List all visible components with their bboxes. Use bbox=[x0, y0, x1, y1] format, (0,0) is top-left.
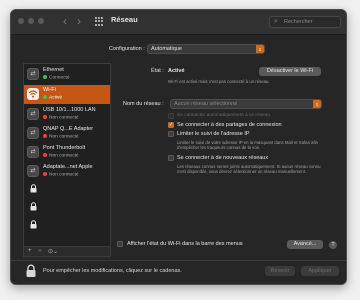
sidebar-item-usb-lan[interactable]: ⇄ USB 10/1...1000 LAN Non connecté bbox=[24, 105, 110, 124]
minimize-window-button[interactable] bbox=[28, 18, 34, 24]
service-name: Wi-Fi bbox=[43, 87, 56, 93]
personal-hotspot-label: Se connecter à des partages de connexion bbox=[177, 122, 282, 128]
sidebar-item-thunderbolt-bridge[interactable]: ⇄ Pont Thunderbolt Non connecté bbox=[24, 143, 110, 162]
status-dot-icon bbox=[43, 95, 47, 99]
sidebar-locked-item[interactable] bbox=[24, 217, 110, 232]
add-service-button[interactable]: + bbox=[28, 248, 32, 254]
status-dot-icon bbox=[43, 134, 47, 138]
service-status: Connecté bbox=[43, 75, 70, 81]
service-status: Non connecté bbox=[43, 153, 79, 159]
auto-join-label: Se connecter automatiquement à ce réseau bbox=[177, 113, 271, 118]
remove-service-button[interactable]: − bbox=[38, 248, 42, 254]
service-name: Pont Thunderbolt bbox=[43, 145, 86, 151]
state-label: État : bbox=[151, 68, 164, 74]
limit-ip-tracking-label: Limiter le suivi de l'adresse IP bbox=[177, 131, 250, 137]
state-value: Activé bbox=[168, 68, 185, 74]
status-dot-icon bbox=[43, 115, 47, 119]
help-button[interactable]: ? bbox=[329, 241, 337, 249]
personal-hotspot-checkbox[interactable]: ✓ bbox=[168, 122, 174, 128]
apply-button[interactable]: Appliquer bbox=[301, 266, 339, 276]
auto-join-checkbox[interactable] bbox=[168, 113, 174, 119]
advanced-button[interactable]: Avancé... bbox=[287, 240, 323, 249]
search-icon: ⌕ bbox=[274, 18, 278, 25]
lock-icon[interactable] bbox=[25, 264, 37, 278]
sidebar-item-wifi[interactable]: Wi-Fi Activé bbox=[24, 85, 110, 104]
sidebar-item-apple-adapter[interactable]: ⇄ Adaptate...net Apple Non connecté bbox=[24, 162, 110, 181]
status-dot-icon bbox=[43, 172, 47, 176]
show-wifi-menu-checkbox[interactable] bbox=[117, 241, 123, 247]
limit-ip-tracking-description: Limiter le suivi de votre adresse IP en … bbox=[177, 140, 319, 151]
service-name: Adaptate...net Apple bbox=[43, 164, 93, 170]
service-status: Activé bbox=[43, 95, 62, 101]
service-name: QNAP Q...E Adapter bbox=[43, 126, 94, 132]
show-all-grid-icon[interactable] bbox=[95, 17, 104, 26]
zoom-window-button[interactable] bbox=[38, 18, 44, 24]
ethernet-icon: ⇄ bbox=[27, 146, 39, 158]
service-name: USB 10/1...1000 LAN bbox=[43, 107, 96, 113]
ethernet-icon: ⇄ bbox=[27, 108, 39, 120]
network-name-label: Nom du réseau : bbox=[123, 101, 164, 107]
lock-message: Pour empêcher les modifications, cliquez… bbox=[43, 268, 182, 274]
wifi-icon bbox=[27, 88, 39, 100]
sidebar-toolbar: + − ⊙⌄ bbox=[23, 247, 111, 257]
ethernet-icon: ⇄ bbox=[27, 127, 39, 139]
revert-button[interactable]: Revenir bbox=[265, 266, 295, 276]
service-status: Non connecté bbox=[43, 115, 79, 121]
back-icon[interactable]: ‹ bbox=[63, 13, 67, 29]
network-preferences-window: ‹ › Réseau ⌕ Rechercher Configuration : … bbox=[10, 9, 347, 285]
sidebar-item-qnap-adapter[interactable]: ⇄ QNAP Q...E Adapter Non connecté bbox=[24, 124, 110, 143]
state-description: Wi-Fi est activé mais n'est pas connecté… bbox=[168, 79, 270, 84]
configuration-label: Configuration : bbox=[109, 46, 145, 52]
ethernet-icon: ⇄ bbox=[27, 68, 39, 80]
limit-ip-tracking-checkbox[interactable] bbox=[168, 131, 174, 137]
configuration-select[interactable]: Automatique ⇕ bbox=[147, 44, 265, 54]
ask-join-networks-description: Les réseaux connus seront joints automat… bbox=[177, 164, 321, 175]
show-wifi-menu-label: Afficher l'état du Wi-Fi dans la barre d… bbox=[127, 241, 243, 247]
chevron-updown-icon: ⇕ bbox=[313, 100, 321, 108]
network-name-value: Aucun réseau sélectionné bbox=[174, 101, 238, 107]
sidebar-locked-item[interactable] bbox=[24, 181, 110, 196]
lock-icon bbox=[30, 184, 37, 193]
window-title: Réseau bbox=[111, 15, 138, 24]
ethernet-icon: ⇄ bbox=[27, 165, 39, 177]
search-placeholder: Rechercher bbox=[284, 19, 313, 25]
chevron-updown-icon: ⇕ bbox=[256, 45, 264, 53]
lock-icon bbox=[30, 202, 37, 211]
service-name: Ethernet bbox=[43, 67, 64, 73]
service-status: Non connecté bbox=[43, 134, 79, 140]
ask-join-networks-label: Se connecter à de nouveaux réseaux bbox=[177, 155, 269, 161]
network-name-select[interactable]: Aucun réseau sélectionné ⇕ bbox=[170, 99, 322, 109]
close-window-button[interactable] bbox=[18, 18, 24, 24]
service-status: Non connecté bbox=[43, 172, 79, 178]
configuration-value: Automatique bbox=[151, 46, 182, 52]
forward-icon[interactable]: › bbox=[77, 13, 81, 29]
service-actions-menu[interactable]: ⊙⌄ bbox=[48, 248, 58, 255]
sidebar-locked-item[interactable] bbox=[24, 199, 110, 214]
disable-wifi-button[interactable]: Désactiver le Wi-Fi bbox=[259, 67, 321, 76]
search-input[interactable]: ⌕ Rechercher bbox=[269, 16, 341, 28]
lock-icon bbox=[30, 220, 37, 229]
status-dot-icon bbox=[43, 75, 47, 79]
status-dot-icon bbox=[43, 153, 47, 157]
sidebar-item-ethernet[interactable]: ⇄ Ethernet Connecté bbox=[24, 65, 110, 84]
title-bar: ‹ › Réseau ⌕ Rechercher bbox=[11, 10, 346, 35]
network-services-list: ⇄ Ethernet Connecté Wi-Fi Activé ⇄ USB 1… bbox=[23, 63, 111, 247]
ask-join-networks-checkbox[interactable] bbox=[168, 155, 174, 161]
